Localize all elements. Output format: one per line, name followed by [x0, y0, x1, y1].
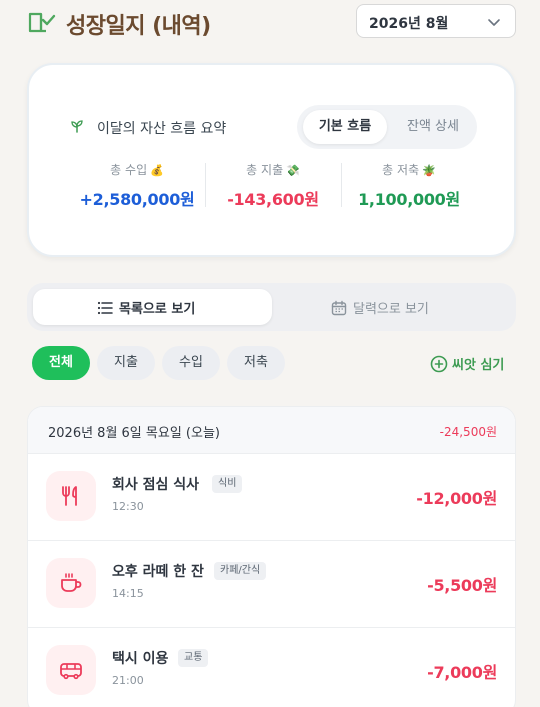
- month-select[interactable]: 2026년 8월: [356, 4, 516, 38]
- transaction-amount: -7,000원: [427, 663, 497, 682]
- stat-income-label: 총 수입: [110, 163, 148, 177]
- transaction-time: 21:00: [112, 674, 144, 687]
- month-select-value: 2026년 8월: [369, 16, 449, 32]
- utensils-icon: [62, 486, 77, 506]
- transaction-row[interactable]: 택시 이용 교통 21:00 -7,000원: [28, 628, 515, 707]
- transaction-name: 회사 점심 식사: [112, 477, 200, 493]
- view-mode-toggle: 목록으로 보기 달력으로 보기: [27, 283, 516, 331]
- asset-flow-summary-card: 이달의 자산 흐름 요약 기본 흐름 잔액 상세 총 수입 💰 +2,580,00…: [27, 63, 516, 257]
- list-view-button[interactable]: 목록으로 보기: [33, 289, 272, 325]
- category-tag: 식비: [212, 475, 243, 493]
- potted-plant-icon: 🪴: [422, 164, 436, 177]
- app-header: 성장일지 (내역) 2026년 8월: [0, 0, 540, 50]
- day-group-header: 2026년 8월 6일 목요일 (오늘) -24,500원: [28, 407, 515, 454]
- segment-basic-flow[interactable]: 기본 흐름: [303, 110, 387, 144]
- summary-segment-control: 기본 흐름 잔액 상세: [297, 105, 477, 149]
- stat-expense-label: 총 지출: [246, 163, 284, 177]
- category-tag: 카페/간식: [214, 562, 267, 580]
- list-view-label: 목록으로 보기: [119, 302, 196, 317]
- day-group-date: 2026년 8월 6일 목요일 (오늘): [48, 426, 220, 441]
- coffee-cup-icon: [61, 573, 82, 592]
- calendar-icon: [331, 300, 347, 315]
- bus-icon: [60, 663, 82, 680]
- journal-check-icon: [28, 12, 56, 33]
- filter-chip-income[interactable]: 수입: [162, 346, 220, 380]
- plant-seed-label: 씨앗 심기: [452, 358, 505, 373]
- segment-balance-detail[interactable]: 잔액 상세: [393, 110, 473, 144]
- money-bag-icon: 💰: [150, 164, 164, 177]
- stat-expense: 총 지출 💸 -143,600원: [205, 161, 341, 210]
- category-tag: 교통: [178, 649, 209, 667]
- stat-savings-label: 총 저축: [382, 163, 420, 177]
- summary-title: 이달의 자산 흐름 요약: [97, 121, 227, 137]
- sprout-icon: [71, 120, 83, 133]
- stat-income-value: +2,580,000원: [79, 190, 195, 209]
- stat-savings: 총 저축 🪴 1,100,000원: [341, 161, 477, 210]
- transaction-icon-box: [46, 645, 96, 695]
- transaction-name: 오후 라떼 한 잔: [112, 564, 204, 580]
- calendar-view-label: 달력으로 보기: [353, 302, 429, 317]
- stat-income: 총 수입 💰 +2,580,000원: [69, 161, 205, 210]
- transaction-time: 14:15: [112, 587, 144, 600]
- transaction-time: 12:30: [112, 500, 144, 513]
- transaction-icon-box: [46, 471, 96, 521]
- transaction-amount: -12,000원: [416, 489, 497, 508]
- filter-chip-savings[interactable]: 저축: [227, 346, 285, 380]
- chevron-down-icon: [488, 19, 500, 26]
- stat-expense-value: -143,600원: [227, 190, 319, 209]
- plant-seed-button[interactable]: 씨앗 심기: [430, 354, 504, 373]
- calendar-view-button[interactable]: 달력으로 보기: [277, 289, 510, 325]
- plus-circle-icon: [430, 355, 448, 372]
- money-wings-icon: 💸: [286, 164, 300, 177]
- transaction-amount: -5,500원: [427, 576, 497, 595]
- filter-chip-expense[interactable]: 지출: [97, 346, 155, 380]
- transaction-row[interactable]: 오후 라떼 한 잔 카페/간식 14:15 -5,500원: [28, 541, 515, 628]
- transaction-name: 택시 이용: [112, 651, 169, 667]
- transaction-row[interactable]: 회사 점심 식사 식비 12:30 -12,000원: [28, 454, 515, 541]
- transaction-icon-box: [46, 558, 96, 608]
- list-icon: [97, 301, 113, 314]
- stat-savings-value: 1,100,000원: [358, 190, 460, 209]
- filter-chip-all[interactable]: 전체: [32, 346, 90, 380]
- day-group-total: -24,500원: [439, 425, 497, 439]
- page-title: 성장일지 (내역): [66, 14, 211, 39]
- day-group: 2026년 8월 6일 목요일 (오늘) -24,500원 회사 점심 식사 식…: [27, 406, 516, 707]
